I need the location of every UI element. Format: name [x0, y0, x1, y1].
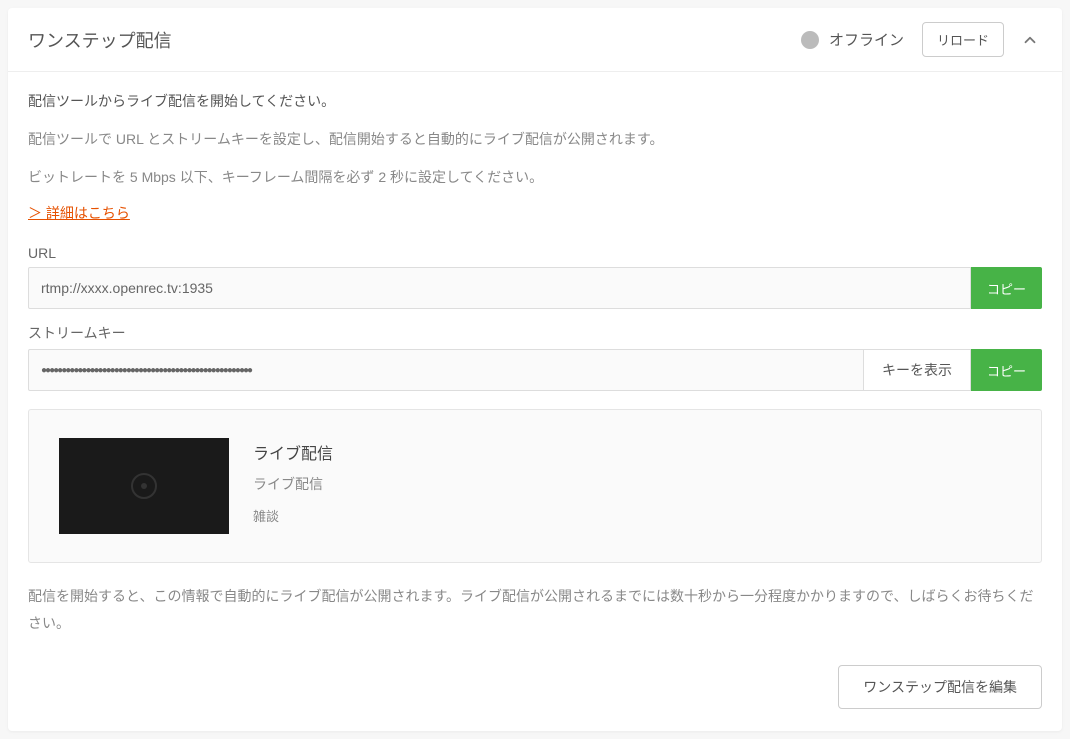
url-label: URL: [28, 245, 1042, 261]
card-title: ワンステップ配信: [28, 27, 801, 53]
status-indicator: オフライン: [801, 29, 904, 50]
stream-key-input[interactable]: [28, 349, 864, 391]
stream-key-label: ストリームキー: [28, 323, 1042, 343]
stream-preview-title: ライブ配信: [253, 440, 333, 464]
onestep-stream-card: ワンステップ配信 オフライン リロード 配信ツールからライブ配信を開始してくださ…: [8, 8, 1062, 731]
copy-url-button[interactable]: コピー: [971, 267, 1042, 309]
stream-thumbnail: [59, 438, 229, 534]
instruction-line-3: ビットレートを 5 Mbps 以下、キーフレーム間隔を必ず 2 秒に設定してくだ…: [28, 166, 1042, 190]
stream-preview-panel: ライブ配信 ライブ配信 雑談: [28, 409, 1042, 563]
url-field-row: コピー: [28, 267, 1042, 309]
card-header: ワンステップ配信 オフライン リロード: [8, 8, 1062, 72]
card-body: 配信ツールからライブ配信を開始してください。 配信ツールで URL とストリーム…: [8, 72, 1062, 731]
play-placeholder-icon: [131, 473, 157, 499]
status-label: オフライン: [829, 29, 904, 50]
reload-button[interactable]: リロード: [922, 22, 1004, 57]
stream-preview-tag: 雑談: [253, 506, 333, 525]
show-key-button[interactable]: キーを表示: [864, 349, 971, 391]
stream-preview-subtitle: ライブ配信: [253, 474, 333, 494]
footer-actions: ワンステップ配信を編集: [28, 665, 1042, 709]
stream-preview-meta: ライブ配信 ライブ配信 雑談: [253, 438, 333, 534]
status-dot-icon: [801, 31, 819, 49]
footer-note: 配信を開始すると、この情報で自動的にライブ配信が公開されます。ライブ配信が公開さ…: [28, 583, 1042, 636]
edit-onestep-button[interactable]: ワンステップ配信を編集: [838, 665, 1042, 709]
instruction-line-1: 配信ツールからライブ配信を開始してください。: [28, 90, 1042, 114]
instruction-line-2: 配信ツールで URL とストリームキーを設定し、配信開始すると自動的にライブ配信…: [28, 128, 1042, 152]
chevron-up-icon[interactable]: [1018, 28, 1042, 52]
details-link[interactable]: ＞ 詳細はこちら: [28, 203, 130, 223]
stream-key-field-row: キーを表示 コピー: [28, 349, 1042, 391]
url-input[interactable]: [28, 267, 971, 309]
copy-key-button[interactable]: コピー: [971, 349, 1042, 391]
